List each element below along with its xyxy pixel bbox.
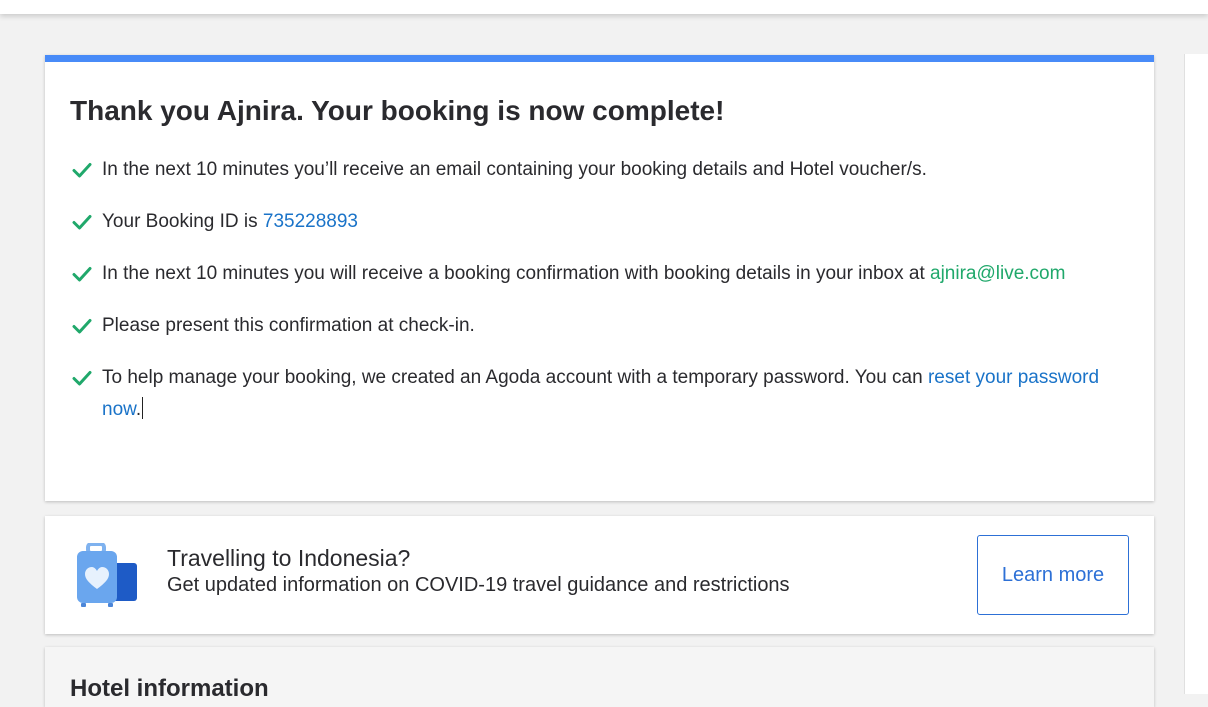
hotel-information-card: Hotel information	[45, 647, 1154, 707]
travel-advisory-card: Travelling to Indonesia? Get updated inf…	[45, 516, 1154, 634]
check-icon	[72, 319, 92, 334]
list-item: Please present this confirmation at chec…	[70, 310, 1130, 342]
check-icon	[72, 267, 92, 282]
item-text: Please present this confirmation at chec…	[102, 315, 475, 336]
list-item: To help manage your booking, we created …	[70, 362, 1130, 426]
travel-banner-subtitle: Get updated information on COVID-19 trav…	[167, 574, 790, 596]
top-navigation-bar	[0, 0, 1208, 14]
item-text: In the next 10 minutes you will receive …	[102, 263, 931, 284]
learn-more-button[interactable]: Learn more	[977, 535, 1129, 615]
confirmation-title: Thank you Ajnira. Your booking is now co…	[70, 95, 725, 126]
email-link[interactable]: ajnira@live.com	[930, 263, 1065, 284]
item-text: Your Booking ID is	[102, 211, 263, 232]
luggage-heart-icon	[77, 543, 137, 607]
item-text: To help manage your booking, we created …	[102, 367, 928, 388]
confirmation-list: In the next 10 minutes you’ll receive an…	[70, 154, 1130, 446]
list-item: Your Booking ID is 735228893	[70, 206, 1130, 238]
text-cursor	[142, 397, 144, 419]
side-panel	[1184, 54, 1208, 694]
item-suffix: .	[135, 399, 142, 420]
item-text: In the next 10 minutes you’ll receive an…	[102, 159, 927, 180]
booking-confirmation-card: Thank you Ajnira. Your booking is now co…	[45, 55, 1154, 501]
travel-banner-title: Travelling to Indonesia?	[167, 545, 411, 571]
hotel-information-title: Hotel information	[70, 675, 269, 702]
list-item: In the next 10 minutes you’ll receive an…	[70, 154, 1130, 186]
check-icon	[72, 163, 92, 178]
check-icon	[72, 371, 92, 386]
check-icon	[72, 215, 92, 230]
booking-id-link[interactable]: 735228893	[263, 211, 358, 232]
list-item: In the next 10 minutes you will receive …	[70, 258, 1130, 290]
